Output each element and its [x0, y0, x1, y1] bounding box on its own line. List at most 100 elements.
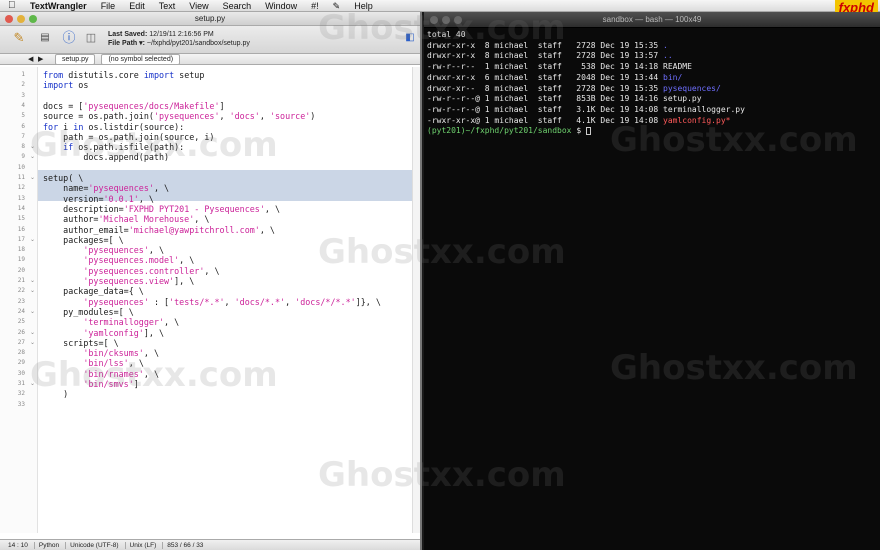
file-name: README [663, 62, 692, 72]
line-number: 15 [17, 215, 25, 223]
code-line[interactable]: 'pysequences.controller', \ [43, 266, 219, 276]
code-line[interactable]: version='0.0.1', \ [43, 194, 154, 204]
menu-bar:  TextWrangler File Edit Text View Searc… [0, 0, 880, 16]
terminal-line: drwxr-xr-x 8 michael staff 2728 Dec 19 1… [427, 40, 668, 50]
nav-back-icon[interactable]: ◀ [28, 55, 33, 63]
code-line[interactable]: 'bin/rnames', \ [43, 369, 159, 379]
line-number: 27 [17, 338, 25, 346]
menu-view[interactable]: View [189, 0, 208, 12]
code-line[interactable]: 'pysequences', \ [43, 245, 164, 255]
terminal-window[interactable]: sandbox — bash — 100x49 total 40 drwxr-xr… [424, 12, 880, 550]
code-line[interactable]: from distutils.core import setup [43, 70, 204, 80]
menu-file[interactable]: File [101, 0, 116, 12]
code-line[interactable]: description='FXPHD PYT201 - Pysequences'… [43, 204, 280, 214]
code-line[interactable]: 'pysequences.view'], \ [43, 276, 194, 286]
line-endings-menu[interactable]: Unix (LF) [130, 541, 164, 549]
language-menu[interactable]: Python [39, 541, 67, 549]
terminal-title-bar: sandbox — bash — 100x49 [424, 12, 880, 28]
fold-marker-icon[interactable]: ⌄ [30, 307, 36, 317]
file-menu-popup[interactable]: setup.py [55, 53, 96, 65]
code-line[interactable]: import os [43, 80, 88, 90]
file-name: terminallogger.py [663, 104, 745, 114]
encoding-menu[interactable]: Unicode (UTF-8) [70, 541, 126, 549]
minimize-button[interactable] [17, 15, 25, 23]
info-icon[interactable]: ⓘ [60, 29, 78, 47]
menu-help[interactable]: Help [354, 0, 373, 12]
status-bar: 14 : 10 Python Unicode (UTF-8) Unix (LF)… [0, 539, 420, 550]
nav-forward-icon[interactable]: ▶ [38, 55, 43, 63]
line-number: 17 [17, 235, 25, 243]
symbol-menu-popup[interactable]: (no symbol selected) [101, 53, 181, 65]
navigation-bar: ◀ ▶ setup.py (no symbol selected) [0, 53, 420, 65]
terminal-close-button[interactable] [430, 16, 438, 24]
code-line[interactable]: docs = ['pysequences/docs/Makefile'] [43, 101, 225, 111]
menu-edit[interactable]: Edit [129, 0, 145, 12]
line-number: 2 [21, 81, 25, 89]
menu-window[interactable]: Window [265, 0, 297, 12]
code-line[interactable]: 'bin/cksums', \ [43, 348, 159, 358]
menu-script-icon[interactable]: ✎ [333, 0, 341, 12]
fold-marker-icon[interactable]: ⌄ [30, 276, 36, 286]
line-number: 5 [21, 112, 25, 120]
close-button[interactable] [5, 15, 13, 23]
code-line[interactable]: name='pysequences', \ [43, 183, 169, 193]
terminal-zoom-button[interactable] [454, 16, 462, 24]
menu-text[interactable]: Text [159, 0, 176, 12]
code-line[interactable]: setup( \ [43, 173, 83, 183]
terminal-prompt[interactable]: (pyt201)~/fxphd/pyt201/sandbox $ [427, 126, 591, 137]
terminal-minimize-button[interactable] [442, 16, 450, 24]
file-path-menu[interactable]: File Path ▾: [108, 40, 145, 47]
menu-search[interactable]: Search [223, 0, 252, 12]
line-number: 12 [17, 184, 25, 192]
app-menu[interactable]: TextWrangler [30, 0, 87, 12]
fold-marker-icon[interactable]: ⌄ [30, 152, 36, 162]
zoom-button[interactable] [29, 15, 37, 23]
document-icon[interactable]: ◫ [82, 29, 100, 47]
vertical-scrollbar[interactable] [412, 67, 420, 533]
terminal-output[interactable]: total 40 drwxr-xr-x 8 michael staff 2728 … [427, 28, 877, 528]
line-number: 32 [17, 390, 25, 398]
code-line[interactable]: py_modules=[ \ [43, 307, 134, 317]
code-line[interactable]: path = os.path.join(source, i) [43, 132, 214, 142]
cursor-position[interactable]: 14 : 10 [8, 541, 35, 549]
file-name: .. [663, 51, 673, 61]
code-line[interactable]: author='Michael Morehouse', \ [43, 214, 209, 224]
fold-marker-icon[interactable]: ⌄ [30, 328, 36, 338]
code-line[interactable]: package_data={ \ [43, 286, 144, 296]
code-line[interactable]: for i in os.listdir(source): [43, 122, 184, 132]
code-line[interactable]: author_email='michael@yawpitchroll.com',… [43, 225, 275, 235]
code-area[interactable]: 1 2 3 4 5 6 7 8 9 10 11 12 13 14 15 16 17 18 19 20 21 22 23 24 2… [0, 67, 420, 533]
pencil-icon[interactable]: ✎ [10, 29, 28, 47]
editor-title: setup.py [194, 14, 226, 23]
text-options-icon[interactable]: ▤ [36, 29, 54, 47]
line-number: 4 [21, 101, 25, 109]
editor-toolbar: ✎ ▤ ⓘ ◫ Last Saved: 12/19/11 2:16:56 PM … [0, 26, 420, 54]
file-name: setup.py [663, 94, 702, 104]
file-path-value: ~/fxphd/pyt201/sandbox/setup.py [146, 40, 250, 47]
code-line[interactable]: 'pysequences.model', \ [43, 255, 194, 265]
fold-marker-icon[interactable]: ⌄ [30, 379, 36, 389]
document-counts: 853 / 66 / 33 [167, 541, 204, 549]
code-line[interactable]: if os.path.isfile(path): [43, 142, 184, 152]
apple-menu-icon[interactable]:  [8, 0, 18, 11]
code-line[interactable]: 'bin/lss', \ [43, 358, 144, 368]
code-line[interactable]: 'pysequences' : ['tests/*.*', 'docs/*.*'… [43, 297, 381, 307]
code-line[interactable]: ) [43, 389, 68, 399]
fold-marker-icon[interactable]: ⌄ [30, 286, 36, 296]
fold-marker-icon[interactable]: ⌄ [30, 142, 36, 152]
terminal-line: -rwxr-xr-x@ 1 michael staff 4.1K Dec 19 … [427, 115, 731, 125]
code-line[interactable]: 'bin/smvs'] [43, 379, 138, 389]
split-view-icon[interactable]: ◧ [401, 29, 419, 47]
line-number: 18 [17, 246, 25, 254]
line-number: 29 [17, 359, 25, 367]
fold-marker-icon[interactable]: ⌄ [30, 173, 36, 183]
code-line[interactable]: scripts=[ \ [43, 338, 118, 348]
code-line[interactable]: source = os.path.join('pysequences', 'do… [43, 111, 315, 121]
fold-marker-icon[interactable]: ⌄ [30, 338, 36, 348]
code-line[interactable]: 'terminallogger', \ [43, 317, 179, 327]
code-line[interactable]: packages=[ \ [43, 235, 124, 245]
menu-shebang[interactable]: #! [311, 0, 319, 12]
code-line[interactable]: 'yamlconfig'], \ [43, 328, 164, 338]
code-line[interactable]: docs.append(path) [43, 152, 169, 162]
fold-marker-icon[interactable]: ⌄ [30, 235, 36, 245]
